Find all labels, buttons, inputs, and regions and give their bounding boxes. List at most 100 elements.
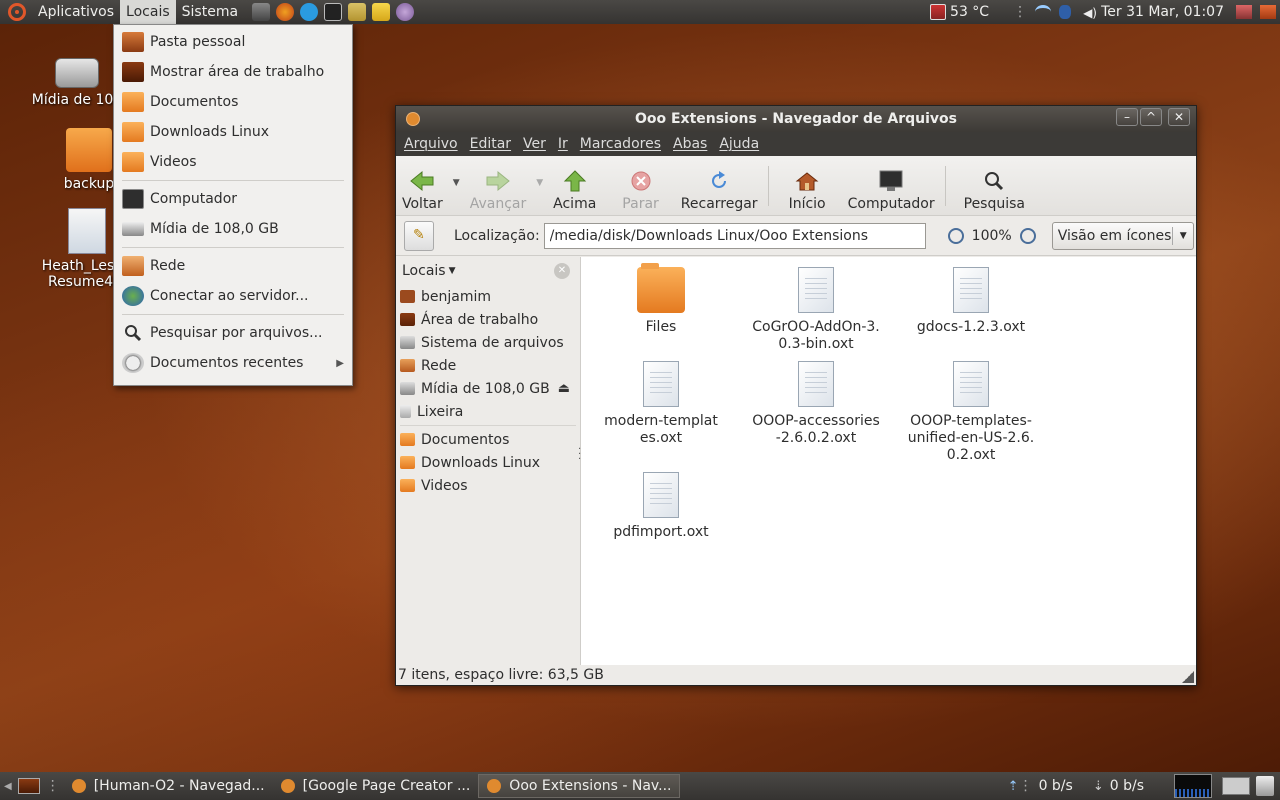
sidebar-item-filesystem[interactable]: Sistema de arquivos: [396, 331, 580, 354]
file-manager-launcher-icon[interactable]: [348, 3, 367, 21]
sidebar-item-desktop[interactable]: Área de trabalho: [396, 308, 580, 331]
taskbar-item-human-o2[interactable]: [Human-O2 - Navegad...: [64, 774, 273, 798]
sidebar-item-downloads-linux[interactable]: Downloads Linux: [396, 451, 580, 474]
stop-icon: [631, 171, 651, 190]
back-history-dropdown[interactable]: ▼: [453, 178, 460, 188]
extension-file-icon: [798, 267, 834, 313]
taskbar-item-google-page-creator[interactable]: [Google Page Creator ...: [273, 774, 479, 798]
skype-launcher-icon[interactable]: [300, 3, 319, 21]
menu-ajuda[interactable]: Ajuda: [713, 136, 765, 152]
file-icon-view[interactable]: Files CoGrOO-AddOn-3.0.3-bin.oxt gdocs-1…: [581, 257, 1196, 666]
menu-separator: [122, 180, 344, 181]
drive-icon: [122, 222, 144, 236]
eject-icon[interactable]: ⏏: [558, 381, 570, 396]
network-icon: [400, 359, 415, 372]
places-item-home[interactable]: Pasta pessoal: [114, 27, 352, 57]
chevron-down-icon: ▼: [1179, 230, 1187, 241]
panel-handle[interactable]: ⋮: [46, 778, 60, 794]
menu-abas[interactable]: Abas: [667, 136, 713, 152]
places-item-downloads-linux[interactable]: Downloads Linux: [114, 117, 352, 147]
panel-handle[interactable]: ⋮: [1013, 4, 1027, 20]
home-button[interactable]: Início: [783, 160, 832, 212]
menu-aplicativos[interactable]: Aplicativos: [32, 0, 120, 24]
shutdown-icon[interactable]: [1260, 5, 1276, 19]
places-item-documentos[interactable]: Documentos: [114, 87, 352, 117]
forward-history-dropdown[interactable]: ▼: [536, 178, 543, 188]
window-resize-grip[interactable]: [1182, 671, 1194, 683]
firefox-launcher-icon[interactable]: [276, 3, 295, 21]
file-item-files[interactable]: Files: [586, 263, 736, 336]
ubuntu-logo-icon[interactable]: [8, 3, 26, 21]
wifi-icon[interactable]: [1035, 5, 1052, 19]
places-item-connect-server[interactable]: Conectar ao servidor...: [114, 281, 352, 311]
window-titlebar[interactable]: Ooo Extensions - Navegador de Arquivos –…: [396, 106, 1196, 132]
location-input[interactable]: [543, 222, 926, 249]
bluetooth-icon[interactable]: [1059, 5, 1072, 19]
sidebar-header[interactable]: Locais ▼: [396, 257, 580, 285]
sidebar-item-videos[interactable]: Videos: [396, 474, 580, 497]
minimize-button[interactable]: –: [1116, 108, 1138, 126]
places-item-show-desktop[interactable]: Mostrar área de trabalho: [114, 57, 352, 87]
workspace-switcher[interactable]: [1222, 777, 1250, 795]
places-item-media[interactable]: Mídia de 108,0 GB: [114, 214, 352, 244]
sidebar-item-trash[interactable]: Lixeira: [396, 400, 580, 423]
menu-editar[interactable]: Editar: [464, 136, 517, 152]
file-item-cogroo[interactable]: CoGrOO-AddOn-3.0.3-bin.oxt: [741, 267, 891, 353]
maximize-button[interactable]: ^: [1140, 108, 1162, 126]
places-item-recent-documents[interactable]: Documentos recentes ▶: [114, 348, 352, 378]
show-desktop-icon[interactable]: [17, 778, 40, 794]
trash-icon[interactable]: [1256, 776, 1274, 796]
location-toggle-button[interactable]: [404, 220, 434, 251]
user-switcher-icon[interactable]: [1236, 5, 1252, 19]
places-item-computer[interactable]: Computador: [114, 184, 352, 214]
sidebar-close-icon[interactable]: ✕: [554, 263, 570, 279]
taskbar-item-ooo-extensions[interactable]: Ooo Extensions - Nav...: [478, 774, 681, 798]
file-item-ooop-templates[interactable]: OOOP-templates-unified-en-US-2.6.0.2.oxt: [896, 361, 1046, 464]
menu-arquivo[interactable]: Arquivo: [398, 136, 464, 152]
sidebar-item-network[interactable]: Rede: [396, 354, 580, 377]
menu-sistema[interactable]: Sistema: [176, 0, 244, 24]
file-item-pdfimport[interactable]: pdfimport.oxt: [586, 472, 736, 541]
pidgin-launcher-icon[interactable]: [396, 3, 415, 21]
location-bar: Localização: 100% Visão em ícones ▼: [396, 216, 1196, 256]
close-button[interactable]: ✕: [1168, 108, 1190, 126]
panel-scroll-left-icon[interactable]: ◀: [4, 781, 12, 792]
reload-button[interactable]: Recarregar: [675, 160, 764, 212]
menu-marcadores[interactable]: Marcadores: [574, 136, 667, 152]
zoom-in-icon[interactable]: [1019, 227, 1036, 244]
places-item-network[interactable]: Rede: [114, 251, 352, 281]
menu-ir[interactable]: Ir: [552, 136, 574, 152]
file-item-gdocs[interactable]: gdocs-1.2.3.oxt: [896, 267, 1046, 336]
stop-button[interactable]: Parar: [616, 160, 664, 212]
sidebar-item-media[interactable]: Mídia de 108,0 GB ⏏: [396, 377, 580, 400]
extension-file-icon: [953, 361, 989, 407]
file-item-ooop-accessories[interactable]: OOOP-accessories-2.6.0.2.oxt: [741, 361, 891, 447]
up-button[interactable]: Acima: [547, 160, 602, 212]
system-monitor-graph[interactable]: [1174, 774, 1212, 798]
sidebar-item-documentos[interactable]: Documentos: [396, 428, 580, 451]
volume-icon[interactable]: ◀): [1079, 5, 1097, 20]
calculator-launcher-icon[interactable]: [252, 3, 271, 21]
up-label: Acima: [553, 195, 597, 212]
clock[interactable]: Ter 31 Mar, 01:07: [1101, 4, 1224, 20]
file-manager-icon: [280, 779, 295, 793]
back-button[interactable]: Voltar: [396, 160, 449, 212]
file-item-modern-templates[interactable]: modern-templates.oxt: [586, 361, 736, 447]
status-bar: 7 itens, espaço livre: 63,5 GB: [396, 665, 1196, 685]
sidebar-item-label: Videos: [421, 477, 468, 494]
zoom-out-icon[interactable]: [947, 227, 964, 244]
search-button[interactable]: Pesquisa: [958, 160, 1031, 212]
folder-launcher-icon[interactable]: [372, 3, 391, 21]
terminal-launcher-icon[interactable]: [324, 3, 343, 21]
view-mode-select[interactable]: Visão em ícones ▼: [1051, 221, 1194, 250]
menu-locais[interactable]: Locais: [120, 0, 176, 24]
sidebar-item-label: Rede: [421, 357, 457, 374]
computer-button[interactable]: Computador: [842, 160, 941, 212]
forward-button[interactable]: Avançar: [464, 160, 533, 212]
panel-handle[interactable]: ⋮: [1019, 778, 1033, 794]
places-item-videos[interactable]: Videos: [114, 147, 352, 177]
menu-ver[interactable]: Ver: [517, 136, 552, 152]
file-item-label: CoGrOO-AddOn-3.0.3-bin.oxt: [752, 319, 880, 352]
sidebar-item-benjamim[interactable]: benjamim: [396, 285, 580, 308]
places-item-search-files[interactable]: Pesquisar por arquivos...: [114, 318, 352, 348]
